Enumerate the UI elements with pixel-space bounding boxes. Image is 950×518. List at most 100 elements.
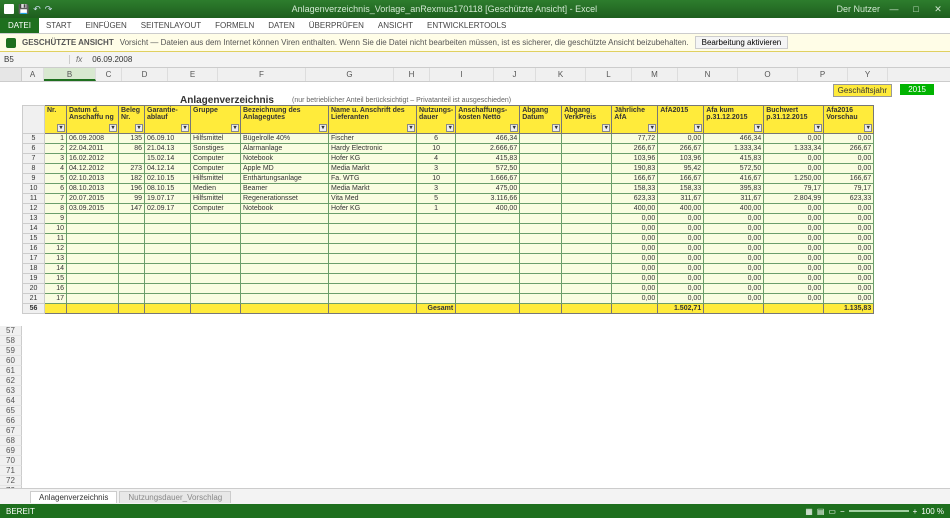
cell[interactable]: 400,00 [658,204,704,214]
cell[interactable]: 08.10.2013 [67,184,119,194]
cell[interactable] [241,224,329,234]
cell[interactable] [67,214,119,224]
row-header[interactable]: 64 [0,396,22,406]
cell[interactable]: 22.04.2011 [67,144,119,154]
cell[interactable] [456,294,520,304]
col-header-B[interactable]: B [44,68,96,81]
col-header-F[interactable]: F [218,68,306,81]
cell[interactable]: 266,67 [658,144,704,154]
cell[interactable]: 0,00 [764,134,824,144]
cell[interactable] [562,194,612,204]
sheet-tab-active[interactable]: Anlagenverzeichnis [30,491,117,503]
row-header[interactable]: 13 [23,214,45,224]
formula-input[interactable]: 06.09.2008 [88,55,950,64]
cell[interactable]: 0,00 [612,244,658,254]
cell[interactable]: 02.10.15 [145,174,191,184]
cell[interactable]: 475,00 [456,184,520,194]
cell[interactable] [67,244,119,254]
cell[interactable]: 103,96 [658,154,704,164]
cell[interactable] [145,224,191,234]
minimize-button[interactable]: — [886,4,902,14]
cell[interactable]: 14 [45,264,67,274]
cell[interactable] [119,294,145,304]
row-header[interactable]: 7 [23,154,45,164]
cell[interactable] [329,244,417,254]
cell[interactable]: 08.10.15 [145,184,191,194]
col-header-E[interactable]: E [168,68,218,81]
cell[interactable] [417,224,456,234]
cell[interactable] [329,234,417,244]
cell[interactable]: Media Markt [329,164,417,174]
cell[interactable] [520,304,562,314]
name-box[interactable]: B5 [0,55,70,64]
col-header-K[interactable]: K [536,68,586,81]
cell[interactable] [145,264,191,274]
cell[interactable]: 1.333,34 [764,144,824,154]
cell[interactable]: 16.02.2012 [67,154,119,164]
cell[interactable] [520,274,562,284]
cell[interactable]: 3 [417,164,456,174]
cell[interactable]: 0,00 [824,234,874,244]
cell[interactable] [417,294,456,304]
row-header[interactable]: 17 [23,254,45,264]
col-header-P[interactable]: P [798,68,848,81]
row-header[interactable]: 10 [23,184,45,194]
cell[interactable] [45,304,67,314]
cell[interactable]: 3.116,66 [456,194,520,204]
cell[interactable]: 0,00 [612,264,658,274]
cell[interactable]: 79,17 [764,184,824,194]
cell[interactable] [417,264,456,274]
cell[interactable]: 0,00 [764,234,824,244]
filter-dropdown-icon[interactable]: ▾ [135,124,143,132]
row-header[interactable]: 11 [23,194,45,204]
zoom-out-button[interactable]: − [840,507,845,516]
view-normal-icon[interactable]: ▦ [805,507,813,516]
cell[interactable]: Vita Med [329,194,417,204]
cell[interactable]: Hofer KG [329,204,417,214]
cell[interactable] [329,294,417,304]
row-header[interactable]: 6 [23,144,45,154]
col-header-A[interactable]: A [22,68,44,81]
cell[interactable]: 11 [45,234,67,244]
row-header[interactable]: 18 [23,264,45,274]
cell[interactable]: 266,67 [612,144,658,154]
cell[interactable] [562,304,612,314]
cell[interactable]: 158,33 [612,184,658,194]
cell[interactable] [520,194,562,204]
cell[interactable]: 0,00 [704,214,764,224]
cell[interactable] [191,234,241,244]
cell[interactable]: 0,00 [658,284,704,294]
cell[interactable]: 416,67 [704,174,764,184]
cell[interactable]: 1.250,00 [764,174,824,184]
cell[interactable] [456,264,520,274]
row-header[interactable]: 20 [23,284,45,294]
cell[interactable]: Notebook [241,154,329,164]
cell[interactable] [520,224,562,234]
cell[interactable] [520,134,562,144]
cell[interactable] [191,224,241,234]
cell[interactable] [119,264,145,274]
cell[interactable] [562,254,612,264]
cell[interactable]: Notebook [241,204,329,214]
cell[interactable]: 0,00 [658,134,704,144]
cell[interactable] [456,244,520,254]
cell[interactable]: Enthärtungsanlage [241,174,329,184]
cell[interactable]: 166,67 [658,174,704,184]
cell[interactable]: 0,00 [764,164,824,174]
cell[interactable]: 77,72 [612,134,658,144]
redo-icon[interactable]: ↷ [45,4,53,15]
cell[interactable]: Bügelrolle 40% [241,134,329,144]
cell[interactable] [562,234,612,244]
ribbon-tab-ansicht[interactable]: ANSICHT [371,19,420,32]
cell[interactable] [241,264,329,274]
cell[interactable]: 572,50 [704,164,764,174]
cell[interactable]: 02.10.2013 [67,174,119,184]
ribbon-tab-seitenlayout[interactable]: SEITENLAYOUT [134,19,208,32]
cell[interactable]: 10 [417,144,456,154]
cell[interactable]: 0,00 [764,274,824,284]
cell[interactable]: 1 [45,134,67,144]
row-header[interactable]: 65 [0,406,22,416]
enable-editing-button[interactable]: Bearbeitung aktivieren [695,36,789,49]
cell[interactable]: 0,00 [824,274,874,284]
cell[interactable] [145,254,191,264]
